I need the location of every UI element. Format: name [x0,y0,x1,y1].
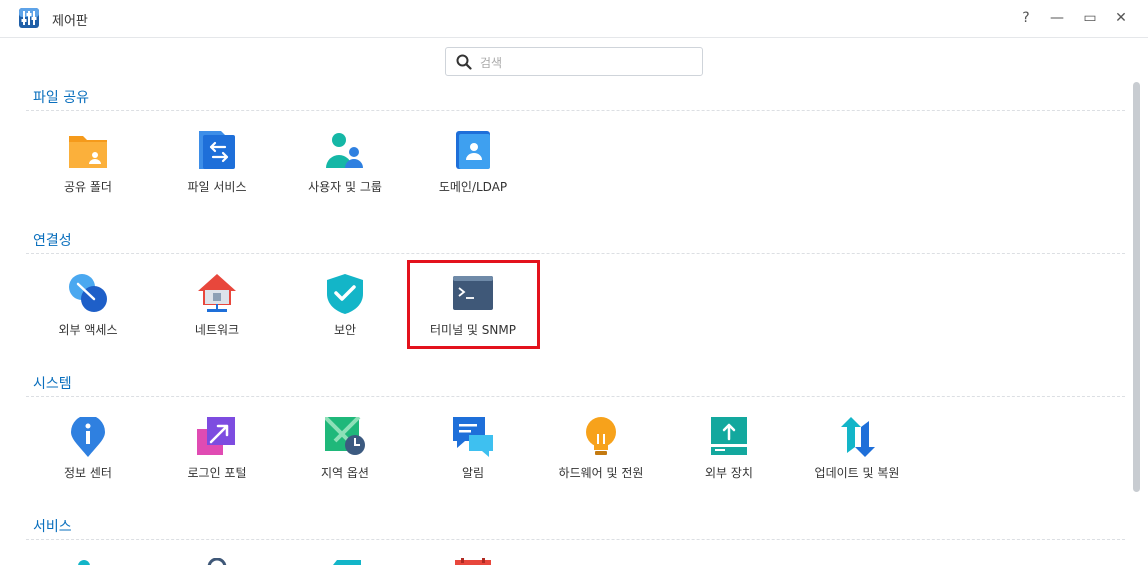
item-label: 알림 [461,466,485,480]
maximize-button[interactable]: ▭ [1080,8,1100,28]
help-button[interactable]: ? [1016,8,1036,28]
hardware-power-icon [586,417,616,455]
section-divider [26,396,1125,397]
users-groups-icon [326,133,363,168]
info-center-icon [71,417,105,457]
service-icon-partial[interactable] [325,558,365,565]
item-regional-options[interactable]: 지역 옵션 [285,417,405,497]
minimize-button[interactable]: — [1047,8,1067,28]
search-icon [456,54,472,70]
file-services-icon [199,131,235,169]
item-users-groups[interactable]: 사용자 및 그룹 [285,131,405,211]
section-title-system: 시스템 [33,376,72,392]
service-icon-partial[interactable] [197,558,237,565]
item-login-portal[interactable]: 로그인 포털 [157,417,277,497]
section-title-file-sharing: 파일 공유 [33,90,89,106]
external-devices-icon [711,417,747,455]
item-file-services[interactable]: 파일 서비스 [157,131,277,211]
item-external-access[interactable]: 외부 액세스 [28,274,148,354]
item-hardware-power[interactable]: 하드웨어 및 전원 [541,417,661,497]
item-label: 사용자 및 그룹 [308,180,382,194]
network-icon [198,274,236,312]
section-divider [26,539,1125,540]
service-icon-partial[interactable] [68,558,108,565]
item-label: 네트워크 [194,323,240,337]
item-label: 하드웨어 및 전원 [558,466,644,480]
item-label: 지역 옵션 [321,466,369,480]
item-update-restore[interactable]: 업데이트 및 복원 [797,417,917,497]
regional-options-icon [325,417,365,455]
item-notification[interactable]: 알림 [413,417,533,497]
item-info-center[interactable]: 정보 센터 [28,417,148,497]
section-title-services: 서비스 [33,519,72,535]
service-icon-partial[interactable] [453,558,493,565]
search-input[interactable] [478,52,692,74]
item-label: 로그인 포털 [187,466,247,480]
title-bar: 제어판 ? — ▭ ✕ [0,0,1148,38]
item-external-devices[interactable]: 외부 장치 [669,417,789,497]
close-button[interactable]: ✕ [1111,8,1131,28]
control-panel-app-icon [19,8,39,28]
item-label: 보안 [333,323,357,337]
item-label: 공유 폴더 [64,180,112,194]
item-label: 정보 센터 [64,466,112,480]
domain-ldap-icon [456,131,490,169]
item-network[interactable]: 네트워크 [157,274,277,354]
item-label: 업데이트 및 복원 [814,466,900,480]
item-shared-folder[interactable]: 공유 폴더 [28,131,148,211]
item-label: 외부 액세스 [58,323,118,337]
shared-folder-icon [69,136,107,168]
login-portal-icon [197,417,235,455]
item-label: 도메인/LDAP [438,180,508,194]
highlight-box [407,260,540,349]
security-shield-icon [327,274,363,314]
section-title-connectivity: 연결성 [33,233,72,249]
section-divider [26,110,1125,111]
update-restore-icon [841,417,875,457]
item-label: 외부 장치 [705,466,753,480]
window-title: 제어판 [52,14,88,29]
item-label: 파일 서비스 [187,180,247,194]
search-box[interactable] [445,47,703,76]
notification-icon [453,417,493,457]
section-divider [26,253,1125,254]
item-security[interactable]: 보안 [285,274,405,354]
vertical-scrollbar[interactable] [1133,82,1140,492]
external-access-icon [69,274,107,312]
item-domain-ldap[interactable]: 도메인/LDAP [413,131,533,211]
